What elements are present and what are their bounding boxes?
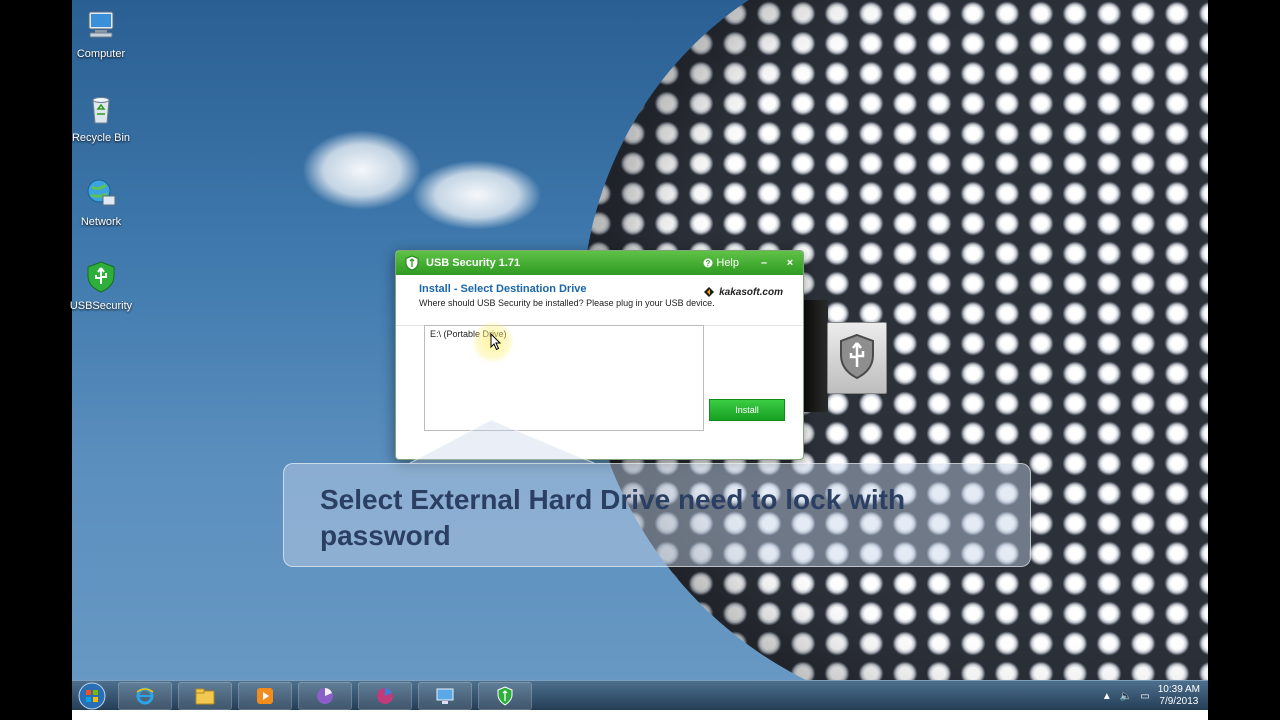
clock-time: 10:39 AM <box>1157 684 1200 695</box>
drive-list-item[interactable]: E:\ (Portable Drive) <box>425 326 703 342</box>
minimize-button[interactable]: – <box>751 257 777 269</box>
close-button[interactable]: × <box>777 257 803 269</box>
desktop-icon-label: Network <box>80 216 122 228</box>
windows-start-icon <box>78 682 106 710</box>
usb-security-shield-icon <box>840 333 874 380</box>
wizard-header: Install - Select Destination Drive Where… <box>396 275 803 326</box>
internet-explorer-icon <box>136 687 154 705</box>
desktop-icon-network[interactable]: Network <box>66 176 136 228</box>
clock[interactable]: 10:39 AM 7/9/2013 <box>1158 684 1200 708</box>
installer-window: USB Security 1.71 ? Help – × Install - S… <box>395 250 804 460</box>
tray-expand-icon[interactable]: ▲ <box>1102 691 1112 702</box>
tutorial-callout: Select External Hard Drive need to lock … <box>283 463 1031 567</box>
install-button[interactable]: Install <box>709 399 785 421</box>
brand-logo: kakasoft.com <box>703 286 783 298</box>
desktop-icon-usbsecurity[interactable]: USBSecurity <box>66 260 136 312</box>
desktop-icon-label: Recycle Bin <box>71 132 131 144</box>
recycle-bin-icon <box>92 97 110 124</box>
network-tray-icon[interactable]: ▭ <box>1140 691 1149 702</box>
network-icon <box>87 179 116 206</box>
desktop-icon-label: Computer <box>76 48 126 60</box>
usb-security-shield-icon <box>497 686 513 706</box>
title-bar[interactable]: USB Security 1.71 ? Help – × <box>396 251 803 275</box>
taskbar: ▲ 🔈 ▭ 10:39 AM 7/9/2013 <box>72 680 1208 711</box>
taskbar-usb-security[interactable] <box>478 682 532 710</box>
media-player-icon <box>257 688 273 704</box>
mouse-cursor-icon <box>490 333 502 351</box>
taskbar-app-1[interactable] <box>298 682 352 710</box>
kakasoft-logo-icon <box>704 287 715 297</box>
callout-text: Select External Hard Drive need to lock … <box>320 484 906 551</box>
cloud <box>302 130 422 210</box>
usb-security-shield-icon <box>405 255 419 271</box>
wizard-subheading: Where should USB Security be installed? … <box>419 298 715 308</box>
taskbar-remote-desktop[interactable] <box>418 682 472 710</box>
desktop-icon-label: USBSecurity <box>69 300 133 312</box>
taskbar-explorer[interactable] <box>178 682 232 710</box>
app-icon <box>377 688 393 704</box>
bottom-strip <box>72 710 1208 720</box>
desktop-icon-computer[interactable]: Computer <box>66 8 136 60</box>
clock-date: 7/9/2013 <box>1159 696 1199 707</box>
taskbar-internet-explorer[interactable] <box>118 682 172 710</box>
taskbar-app-2[interactable] <box>358 682 412 710</box>
window-title: USB Security 1.71 <box>426 257 521 269</box>
cloud <box>412 160 542 230</box>
taskbar-media-player[interactable] <box>238 682 292 710</box>
computer-icon <box>88 11 114 38</box>
folder-icon <box>195 688 215 705</box>
start-button[interactable] <box>72 681 112 711</box>
usb-security-tile <box>827 322 887 394</box>
usb-security-shield-icon <box>87 261 115 293</box>
help-icon: ? <box>703 258 713 268</box>
svg-text:?: ? <box>706 259 711 268</box>
help-button[interactable]: ? Help <box>703 257 739 269</box>
volume-icon[interactable]: 🔈 <box>1120 691 1132 702</box>
device-panel <box>802 300 828 412</box>
system-tray: ▲ 🔈 ▭ 10:39 AM 7/9/2013 <box>1102 684 1208 708</box>
drive-list[interactable]: E:\ (Portable Drive) <box>424 325 704 431</box>
brand-text: kakasoft.com <box>719 286 783 298</box>
remote-desktop-icon <box>436 688 454 704</box>
app-icon <box>317 688 333 704</box>
help-label: Help <box>716 257 739 269</box>
desktop-icon-recycle-bin[interactable]: Recycle Bin <box>66 92 136 144</box>
